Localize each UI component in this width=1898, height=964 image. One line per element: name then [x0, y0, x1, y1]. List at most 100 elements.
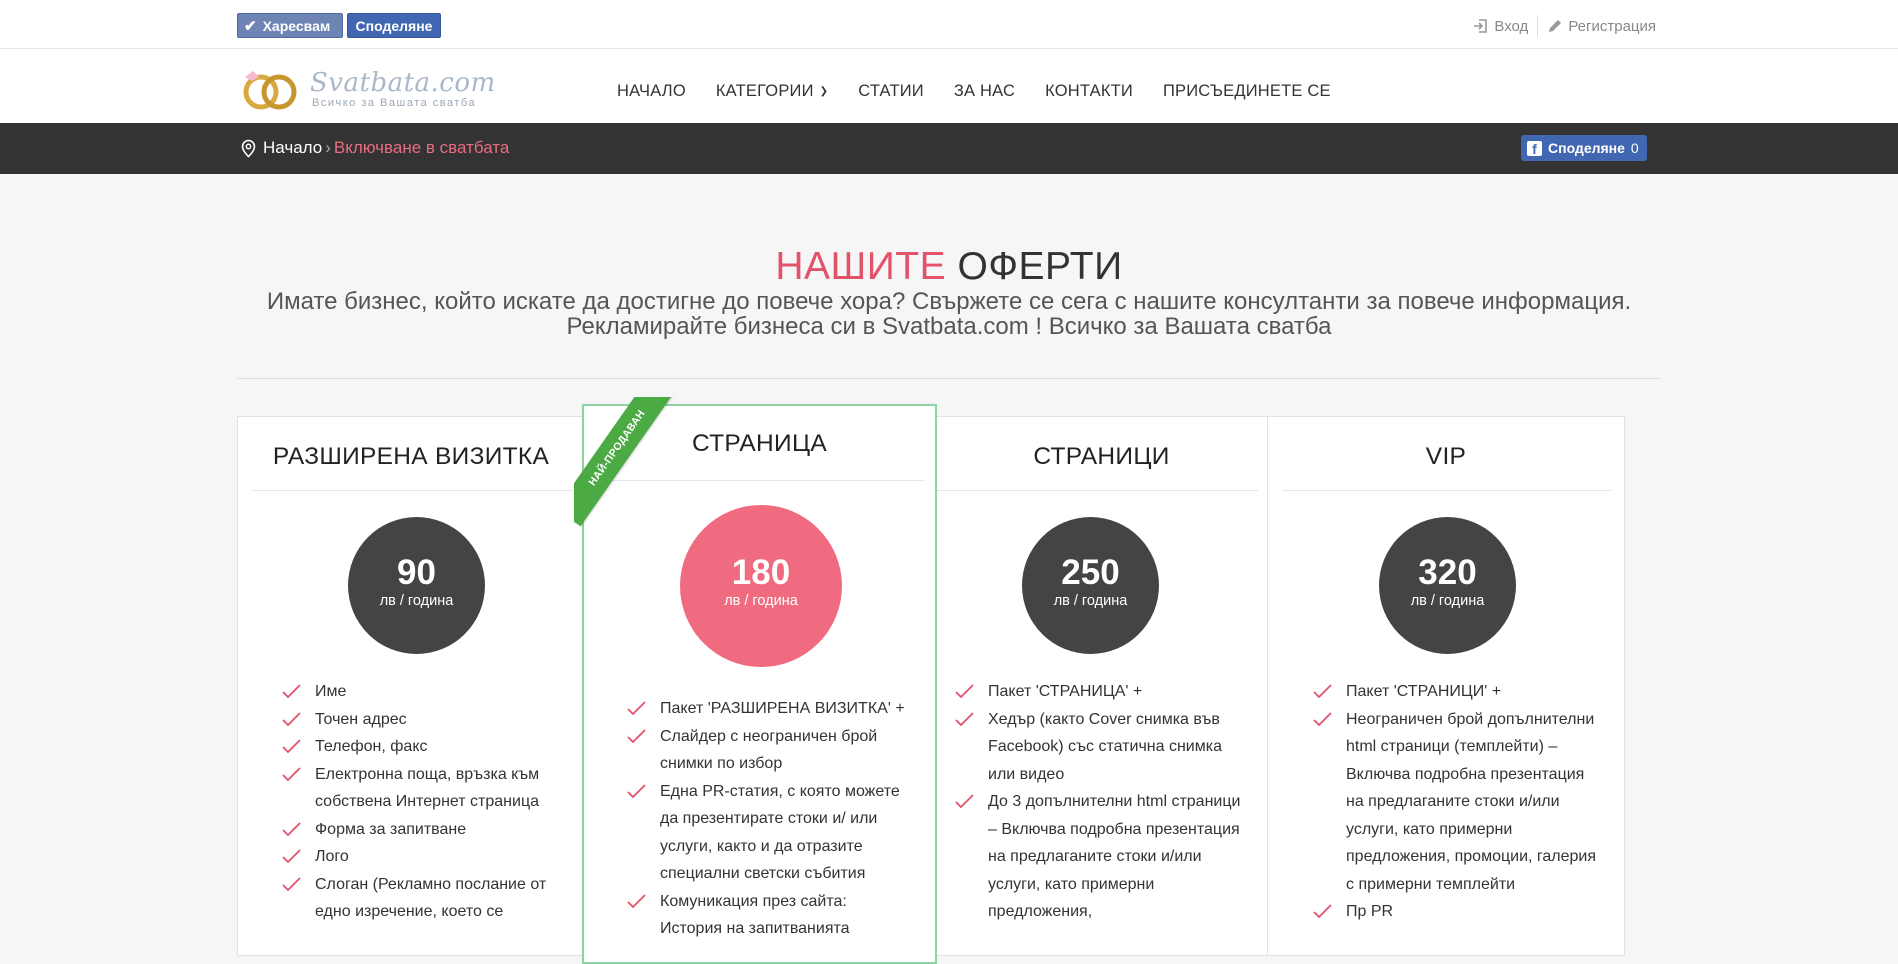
check-icon: [955, 711, 974, 726]
subtitle-line: Рекламирайте бизнеса си в Svatbata.com !…: [566, 313, 1332, 340]
breadcrumb-separator: ›: [325, 138, 331, 157]
plan-title: СТРАНИЦИ: [1033, 443, 1170, 470]
plan-price: 180: [731, 553, 791, 592]
price-circle: 320 лв / година: [1379, 517, 1516, 654]
auth-links: Вход Регистрация: [1473, 15, 1656, 37]
chevron-down-icon: ❯: [819, 86, 829, 97]
nav-item-contacts[interactable]: КОНТАКТИ: [1045, 82, 1133, 101]
nav-item-join[interactable]: ПРИСЪЕДИНЕТЕ СЕ: [1163, 82, 1331, 101]
check-icon: [282, 849, 301, 864]
nav-item-home[interactable]: НАЧАЛО: [617, 82, 686, 101]
plan-period: лв / година: [1410, 593, 1485, 609]
map-pin-icon: [241, 139, 256, 158]
check-icon: [282, 739, 301, 754]
plan-price: 250: [1061, 553, 1120, 592]
list-item: Една PR-статия, с която можете да презен…: [627, 778, 907, 888]
plan-title: VIP: [1425, 443, 1467, 470]
list-item: Хедър (както Cover снимка във Facebook) …: [955, 706, 1243, 789]
share-label: Споделяне: [355, 17, 433, 34]
list-item: Пакет 'РАЗШИРЕНА ВИЗИТКА' +: [627, 695, 907, 723]
nav-label: НАЧАЛО: [617, 82, 686, 100]
divider: [1282, 490, 1612, 491]
ribbon-band: НАЙ-ПРОДАВАН: [574, 397, 679, 527]
check-icon: [282, 876, 301, 891]
page-subtitle: Имате бизнес, който искате да достигне д…: [237, 289, 1661, 339]
register-link[interactable]: Регистрация: [1547, 18, 1656, 35]
breadcrumb-home[interactable]: Начало: [263, 138, 322, 158]
nav-item-articles[interactable]: СТАТИИ: [858, 82, 924, 101]
feature-list: Име Точен адрес Телефон, факс Електронна…: [282, 678, 572, 926]
login-link[interactable]: Вход: [1473, 18, 1528, 35]
plan-card-vip: VIP 320 лв / година Пакет 'СТРАНИЦИ' + Н…: [1267, 416, 1625, 956]
list-item: Пакет 'СТРАНИЦА' +: [955, 678, 1243, 706]
facebook-icon: f: [1527, 140, 1542, 156]
facebook-share-button[interactable]: Споделяне: [347, 13, 441, 38]
plan-period: лв / година: [724, 593, 798, 609]
plan-period: лв / година: [1053, 593, 1128, 609]
share-count: 0: [1630, 140, 1639, 156]
feature-list: Пакет 'СТРАНИЦИ' + Неограничен брой допъ…: [1313, 678, 1603, 926]
check-icon: [1313, 684, 1332, 699]
title-rest: ОФЕРТИ: [957, 245, 1123, 288]
breadcrumb-current: Включване в сватбата: [333, 138, 510, 157]
site-logo[interactable]: Svatbata.com Всичко за Вашата сватба: [237, 65, 497, 113]
divider: [237, 378, 1661, 379]
list-item: Слайдер с неограничен брой снимки по изб…: [627, 723, 907, 778]
plan-card-extended-card: РАЗШИРЕНА ВИЗИТКА 90 лв / година Име Точ…: [237, 416, 585, 956]
check-icon: [1313, 711, 1332, 726]
nav-label: ПРИСЪЕДИНЕТЕ СЕ: [1162, 82, 1331, 100]
plan-card-pages: СТРАНИЦИ 250 лв / година Пакет 'СТРАНИЦА…: [935, 416, 1268, 956]
divider: [251, 490, 573, 491]
check-icon: [955, 684, 974, 699]
register-label: Регистрация: [1568, 17, 1656, 35]
main-nav: НАЧАЛО КАТЕГОРИИ ❯ СТАТИИ ЗА НАС КОНТАКТИ…: [617, 82, 1361, 101]
feature-list: Пакет 'РАЗШИРЕНА ВИЗИТКА' + Слайдер с не…: [627, 695, 907, 943]
list-item: Пр PR: [1313, 898, 1603, 926]
divider: [936, 490, 1258, 491]
logo-text: Svatbata.com: [310, 68, 496, 98]
check-icon: [282, 711, 301, 726]
plan-title: РАЗШИРЕНА ВИЗИТКА: [272, 443, 550, 470]
page-title: НАШИТЕ ОФЕРТИ: [0, 245, 1898, 289]
list-item: До 3 допълнителни html страници – Включв…: [955, 788, 1243, 926]
top-bar: ✔ Харесвам Споделяне Вход Регистрация: [0, 0, 1898, 49]
subtitle-line: Имате бизнес, който искате да достигне д…: [266, 288, 1632, 315]
nav-label: ЗА НАС: [953, 82, 1016, 100]
nav-label: СТАТИИ: [858, 82, 924, 100]
nav-item-categories[interactable]: КАТЕГОРИИ ❯: [716, 82, 828, 101]
list-item: Неограничен брой допълнителни html стран…: [1313, 706, 1603, 899]
list-item: Телефон, факс: [282, 733, 572, 761]
check-icon: [282, 766, 301, 781]
nav-label: КАТЕГОРИИ: [715, 82, 814, 100]
wedding-rings-icon: [243, 71, 297, 110]
login-label: Вход: [1494, 17, 1529, 35]
list-item: Точен адрес: [282, 706, 572, 734]
nav-item-about[interactable]: ЗА НАС: [954, 82, 1015, 101]
bestseller-ribbon: НАЙ-ПРОДАВАН: [574, 397, 704, 527]
checkmark-icon: ✔: [244, 17, 257, 35]
nav-label: КОНТАКТИ: [1045, 82, 1133, 100]
check-icon: [627, 893, 646, 908]
check-icon: [282, 821, 301, 836]
plan-period: лв / година: [379, 593, 454, 609]
like-label: Харесвам: [262, 17, 331, 34]
pencil-icon: [1549, 20, 1562, 32]
title-accent: НАШИТЕ: [775, 245, 947, 288]
facebook-share-count-button[interactable]: f Споделяне 0: [1521, 135, 1647, 161]
list-item: Лого: [282, 843, 572, 871]
price-circle: 90 лв / година: [348, 517, 485, 654]
sign-in-icon: [1474, 19, 1488, 33]
site-header: Svatbata.com Всичко за Вашата сватба НАЧ…: [0, 49, 1898, 123]
divider: [1537, 15, 1539, 37]
check-icon: [1313, 904, 1332, 919]
price-circle: 180 лв / година: [680, 505, 842, 667]
check-icon: [282, 684, 301, 699]
facebook-like-button[interactable]: ✔ Харесвам: [237, 13, 343, 38]
plan-price: 90: [397, 553, 436, 592]
list-item: Пакет 'СТРАНИЦИ' +: [1313, 678, 1603, 706]
share-label: Споделяне: [1548, 140, 1625, 156]
price-circle: 250 лв / година: [1022, 517, 1159, 654]
check-icon: [627, 728, 646, 743]
check-icon: [955, 794, 974, 809]
check-icon: [627, 701, 646, 716]
